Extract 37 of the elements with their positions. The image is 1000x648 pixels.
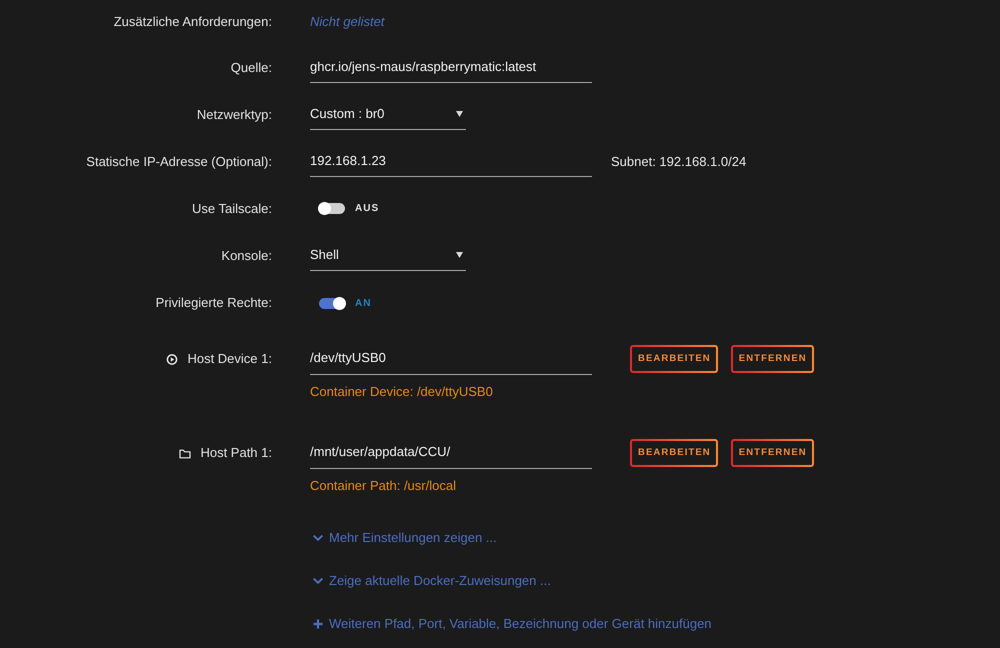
- input-field[interactable]: /dev/ttyUSB0: [310, 343, 592, 375]
- container-path-text: Container Device: /dev/ttyUSB0: [310, 384, 493, 400]
- caret-icon: [456, 252, 463, 258]
- remove-button[interactable]: ENTFERNEN: [730, 345, 814, 373]
- field-label: Netzwerktyp:: [196, 106, 272, 124]
- folder-icon: [179, 448, 192, 458]
- action-link[interactable]: Weiteren Pfad, Port, Variable, Bezeichnung oder Gerät hinzufügen: [329, 614, 712, 634]
- field-label: Zusätzliche Anforderungen:: [114, 13, 272, 32]
- switch-state-text: AN: [355, 296, 372, 310]
- action-link[interactable]: Zeige aktuelle Docker-Zuweisungen ...: [329, 571, 551, 591]
- toggle-switch[interactable]: [319, 298, 345, 308]
- input-field[interactable]: ghcr.io/jens-maus/raspberrymatic:latest: [310, 52, 592, 84]
- field-label: Host Device 1:: [187, 350, 272, 368]
- dropdown[interactable]: Shell: [310, 240, 466, 272]
- input-field[interactable]: 192.168.1.23: [310, 146, 592, 178]
- dropdown[interactable]: Custom : br0: [310, 98, 466, 130]
- subnet-text: Subnet: 192.168.1.0/24: [611, 152, 746, 171]
- edit-button[interactable]: BEARBEITEN: [630, 439, 718, 467]
- chevron-down-icon: [313, 576, 323, 586]
- toggle-switch[interactable]: [319, 203, 345, 214]
- caret-icon: [456, 110, 463, 116]
- field-label: Statische IP-Adresse (Optional):: [86, 152, 272, 171]
- play-circle-icon: [166, 354, 178, 364]
- field-label: Privilegierte Rechte:: [156, 294, 272, 312]
- switch-state-text: AUS: [355, 202, 380, 216]
- field-label: Konsole:: [221, 246, 272, 265]
- field-label: Use Tailscale:: [192, 200, 272, 218]
- edit-button[interactable]: BEARBEITEN: [630, 345, 718, 373]
- status-text: Nicht gelistet: [310, 13, 384, 32]
- field-label: Host Path 1:: [200, 444, 272, 462]
- field-label: Quelle:: [230, 58, 272, 77]
- input-field[interactable]: /mnt/user/appdata/CCU/: [310, 437, 592, 469]
- plus-icon: [313, 619, 323, 629]
- container-path-text: Container Path: /usr/local: [310, 478, 456, 494]
- remove-button[interactable]: ENTFERNEN: [730, 439, 814, 467]
- action-link[interactable]: Mehr Einstellungen zeigen ...: [329, 528, 497, 548]
- chevron-down-icon: [313, 533, 323, 543]
